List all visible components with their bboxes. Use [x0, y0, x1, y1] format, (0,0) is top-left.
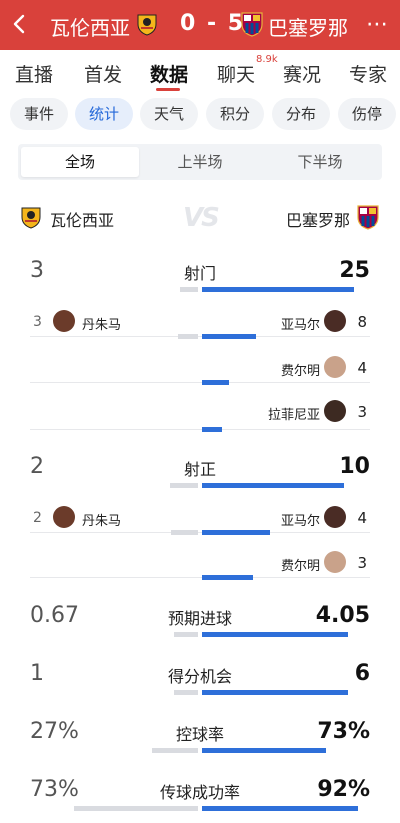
stat-expected-goals: 0.67 预期进球 4.05 [0, 603, 400, 629]
player-avatar[interactable] [53, 310, 75, 332]
stat-shots-on-target: 2 射正 10 [0, 454, 400, 480]
home-player-shots-bar [178, 334, 198, 339]
tab-live[interactable]: 直播 [15, 60, 53, 87]
away-possession-value: 73% [317, 719, 370, 744]
player-avatar[interactable] [324, 506, 346, 528]
player-row: 2 丹朱马 亚马尔 4 [0, 504, 400, 532]
away-pass-accuracy-bar [202, 806, 358, 811]
period-first-half[interactable]: 上半场 [141, 147, 259, 177]
player-row: 3 丹朱马 亚马尔 8 [0, 308, 400, 336]
stat-pass-accuracy: 73% 传球成功率 92% [0, 777, 400, 803]
away-shots-bar [202, 287, 354, 292]
valencia-crest-icon [21, 207, 41, 229]
away-player-shots-bar [202, 380, 229, 385]
player-away-shots: 3 [357, 403, 367, 421]
player-avatar[interactable] [324, 551, 346, 573]
player-away-name[interactable]: 费尔明 [281, 360, 320, 379]
teams-comparison-header: 瓦伦西亚 VS 巴塞罗那 [0, 200, 400, 236]
valencia-crest-icon [137, 14, 157, 36]
player-home-on-target: 2 [33, 510, 42, 526]
tab-match-report[interactable]: 赛况 [283, 60, 321, 87]
home-on-target-bar [170, 483, 198, 488]
away-xg-value: 4.05 [315, 603, 370, 628]
away-pass-accuracy-value: 92% [317, 777, 370, 802]
stat-shots: 3 射门 25 [0, 258, 400, 284]
home-pass-accuracy-bar [74, 806, 198, 811]
home-player-on-target-bar [171, 530, 198, 535]
match-header: 瓦伦西亚 0 - 5 巴塞罗那 ⋯ [0, 0, 400, 50]
home-xg-bar [174, 632, 198, 637]
bar-track [30, 577, 200, 578]
barcelona-crest-icon [357, 205, 379, 230]
player-row: 费尔明 4 [0, 354, 400, 382]
subtab-stats[interactable]: 统计 [75, 98, 133, 130]
player-home-name[interactable]: 丹朱马 [82, 314, 121, 333]
stat-possession: 27% 控球率 73% [0, 719, 400, 745]
home-shots-bar [180, 287, 198, 292]
sub-tab-bar: 事件 统计 天气 积分 分布 伤停 [0, 98, 400, 134]
subtab-standings[interactable]: 积分 [206, 98, 264, 130]
tab-chat[interactable]: 聊天 [217, 60, 255, 87]
match-score: 0 - 5 [180, 11, 246, 36]
player-away-name[interactable]: 亚马尔 [281, 510, 320, 529]
home-possession-bar [152, 748, 198, 753]
subtab-weather[interactable]: 天气 [140, 98, 198, 130]
away-team-label: 巴塞罗那 [285, 211, 350, 230]
player-avatar[interactable] [324, 356, 346, 378]
player-away-on-target: 3 [357, 554, 367, 572]
period-selector: 全场 上半场 下半场 [18, 144, 382, 180]
away-player-on-target-bar [202, 530, 270, 535]
away-on-target-value: 10 [339, 454, 370, 479]
player-away-on-target: 4 [357, 509, 367, 527]
away-player-on-target-bar [202, 575, 253, 580]
active-tab-indicator [156, 88, 180, 91]
bar-track [30, 336, 200, 337]
more-options-icon[interactable]: ⋯ [366, 12, 389, 37]
main-tab-bar: 直播 首发 数据 聊天 8.9k 赛况 专家 [0, 50, 400, 92]
tab-experts[interactable]: 专家 [349, 60, 387, 87]
player-row: 拉菲尼亚 3 [0, 398, 400, 426]
bar-track [30, 382, 200, 383]
away-chances-bar [202, 690, 348, 695]
player-row: 费尔明 3 [0, 549, 400, 577]
away-team-name[interactable]: 巴塞罗那 [268, 12, 348, 41]
vs-label: VS [183, 203, 220, 233]
away-xg-bar [202, 632, 348, 637]
player-away-shots: 4 [357, 359, 367, 377]
player-away-name[interactable]: 拉菲尼亚 [268, 404, 320, 423]
player-avatar[interactable] [53, 506, 75, 528]
away-player-shots-bar [202, 334, 256, 339]
away-possession-bar [202, 748, 326, 753]
chat-count-badge: 8.9k [256, 54, 278, 65]
player-away-name[interactable]: 费尔明 [281, 555, 320, 574]
period-second-half[interactable]: 下半场 [261, 147, 379, 177]
back-arrow-icon[interactable] [8, 12, 32, 36]
bar-track [200, 429, 370, 430]
away-chances-value: 6 [354, 661, 370, 686]
home-team-label: 瓦伦西亚 [50, 211, 115, 230]
player-away-shots: 8 [357, 313, 367, 331]
barcelona-crest-icon [241, 12, 263, 37]
stat-label: 得分机会 [167, 667, 232, 686]
player-home-name[interactable]: 丹朱马 [82, 510, 121, 529]
subtab-events[interactable]: 事件 [10, 98, 68, 130]
player-avatar[interactable] [324, 310, 346, 332]
away-on-target-bar [202, 483, 344, 488]
player-home-shots: 3 [33, 314, 42, 330]
bar-track [30, 429, 200, 430]
player-avatar[interactable] [324, 400, 346, 422]
away-shots-value: 25 [339, 258, 370, 283]
tab-lineup[interactable]: 首发 [84, 60, 122, 87]
period-full-match[interactable]: 全场 [21, 147, 139, 177]
player-away-name[interactable]: 亚马尔 [281, 314, 320, 333]
subtab-distribution[interactable]: 分布 [272, 98, 330, 130]
subtab-injuries[interactable]: 伤停 [338, 98, 396, 130]
tab-data[interactable]: 数据 [150, 60, 188, 87]
stat-big-chances: 1 得分机会 6 [0, 661, 400, 687]
home-team-name[interactable]: 瓦伦西亚 [50, 12, 130, 41]
home-chances-bar [174, 690, 198, 695]
away-player-shots-bar [202, 427, 222, 432]
